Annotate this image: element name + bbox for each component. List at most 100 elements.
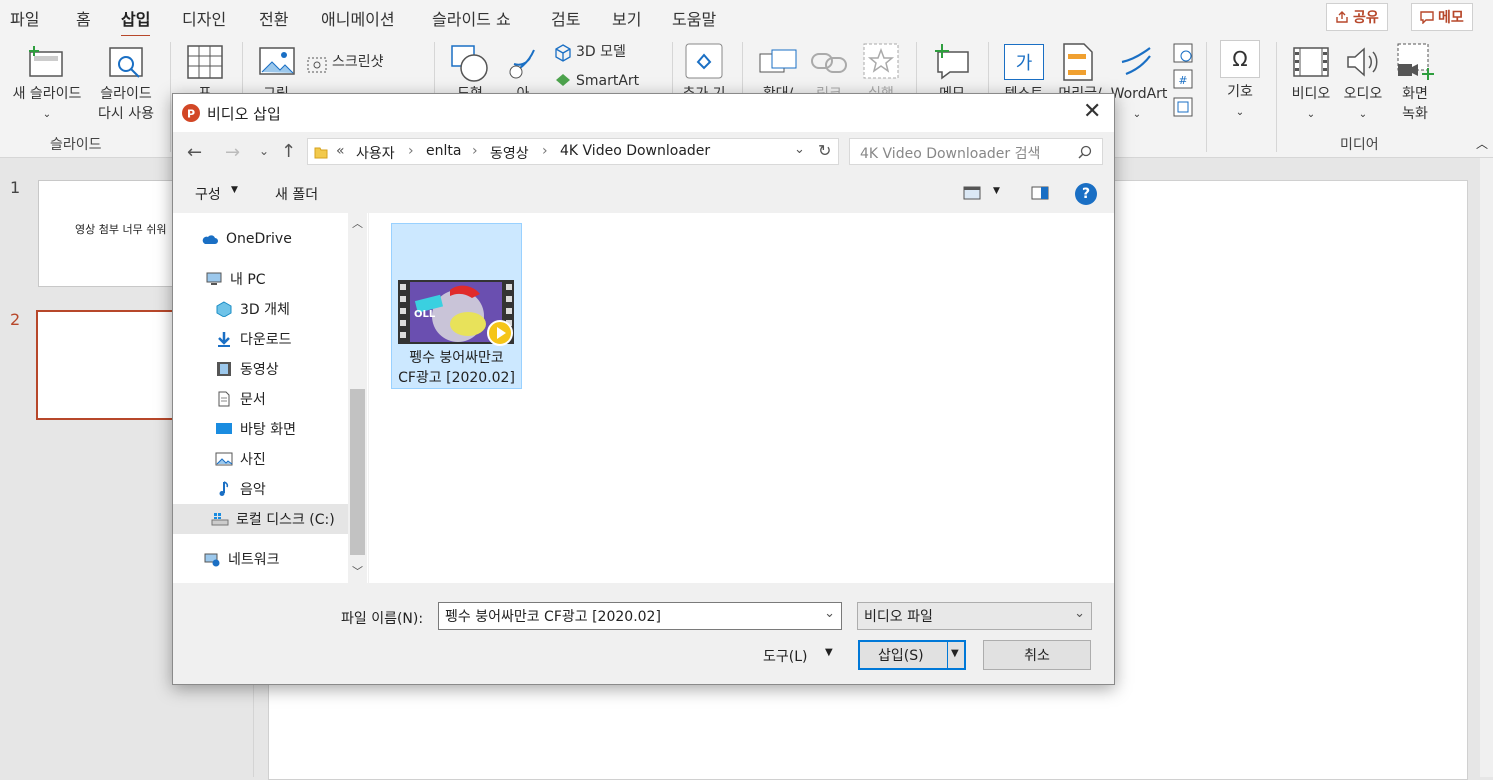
cancel-button[interactable]: 취소 xyxy=(983,640,1091,670)
chevron-down-icon[interactable]: ⌄ xyxy=(1233,102,1247,123)
filename-input[interactable]: 펭수 붕어싸만코 CF광고 [2020.02] ⌄ xyxy=(438,602,842,630)
new-slide-button[interactable]: 새 슬라이드 xyxy=(6,84,88,105)
caret-down-icon[interactable]: ▼ xyxy=(231,185,238,195)
view-options-icon[interactable] xyxy=(963,186,981,200)
breadcrumb-enlta[interactable]: enlta xyxy=(426,143,461,159)
file-list: OLL 펭수 붕어싸만코 CF광고 [2020.02] xyxy=(369,213,1114,583)
film-icon xyxy=(217,362,231,376)
music-note-icon xyxy=(219,481,229,496)
search-input[interactable]: 4K Video Downloader 검색 xyxy=(849,138,1103,165)
nav-label: OneDrive xyxy=(226,231,292,247)
nav-label: 네트워크 xyxy=(228,552,280,568)
shapes-icon xyxy=(451,45,488,82)
nav-label: 3D 개체 xyxy=(240,302,290,318)
reuse-slide-label-1[interactable]: 슬라이드 xyxy=(88,84,164,105)
nav-scrollbar[interactable]: ︿ ﹀ xyxy=(348,213,367,583)
forward-arrow-icon[interactable]: → xyxy=(225,142,240,163)
address-bar[interactable]: « 사용자 › enlta › 동영상 › 4K Video Downloade… xyxy=(307,138,839,165)
tab-insert[interactable]: 삽입 xyxy=(121,6,151,38)
chevron-down-icon[interactable]: ⌄ xyxy=(40,104,54,125)
screenshot-button[interactable]: 스크린샷 xyxy=(332,52,410,73)
reuse-slide-icon xyxy=(109,47,143,78)
tab-file[interactable]: 파일 xyxy=(10,6,39,30)
small-insert-icons: # xyxy=(1173,43,1193,117)
3d-models-button[interactable]: 3D 모델 xyxy=(576,42,656,63)
breadcrumb-videos[interactable]: 동영상 xyxy=(490,143,529,163)
ribbon-separator xyxy=(1276,42,1277,152)
breadcrumb-4k-downloader[interactable]: 4K Video Downloader xyxy=(560,143,710,159)
file-item-video[interactable]: OLL 펭수 붕어싸만코 CF광고 [2020.02] xyxy=(391,223,522,389)
header-footer-icon xyxy=(1063,43,1093,81)
refresh-icon[interactable]: ↻ xyxy=(818,141,831,160)
collapse-ribbon-icon[interactable]: ︿ xyxy=(1474,134,1490,155)
scroll-down-icon[interactable]: ﹀ xyxy=(352,563,363,579)
smartart-icon xyxy=(556,74,570,86)
chevron-down-icon[interactable]: ⌄ xyxy=(1130,104,1144,125)
help-icon[interactable]: ? xyxy=(1075,183,1097,205)
breadcrumb-users[interactable]: 사용자 xyxy=(356,143,395,163)
back-arrow-icon[interactable]: ← xyxy=(187,142,202,163)
caret-down-icon[interactable]: ▼ xyxy=(993,186,1000,196)
icons-icon xyxy=(509,49,535,79)
chevron-down-icon[interactable]: ⌄ xyxy=(1356,104,1370,125)
chevron-down-icon[interactable]: ⌄ xyxy=(794,142,805,157)
reuse-slide-label-2[interactable]: 다시 사용 xyxy=(88,104,164,125)
breadcrumb-overflow[interactable]: « xyxy=(336,143,345,159)
preview-pane-icon[interactable] xyxy=(1031,186,1049,200)
nav-local-disk[interactable]: 로컬 디스크 (C:) xyxy=(173,504,348,534)
chevron-down-icon[interactable]: ⌄ xyxy=(1304,104,1318,125)
tab-animations[interactable]: 애니메이션 xyxy=(321,6,395,30)
video-button[interactable]: 비디오 xyxy=(1286,84,1336,105)
tab-review[interactable]: 검토 xyxy=(551,6,580,30)
scroll-thumb[interactable] xyxy=(350,389,365,555)
recent-locations-icon[interactable]: ⌄ xyxy=(259,144,269,158)
file-name-line-2: CF광고 [2020.02] xyxy=(398,370,515,386)
scroll-up-icon[interactable]: ︿ xyxy=(352,215,363,231)
audio-button[interactable]: 오디오 xyxy=(1338,84,1388,105)
cube-icon xyxy=(555,44,571,62)
link-icon xyxy=(811,53,847,73)
wordart-icon xyxy=(1121,47,1151,76)
tab-transitions[interactable]: 전환 xyxy=(259,6,288,30)
share-label: 공유 xyxy=(1353,10,1379,26)
tab-home[interactable]: 홈 xyxy=(76,6,91,30)
tab-help[interactable]: 도움말 xyxy=(672,6,716,30)
tab-slideshow[interactable]: 슬라이드 쇼 xyxy=(432,6,511,30)
smartart-button[interactable]: SmartArt xyxy=(576,71,656,92)
search-placeholder: 4K Video Downloader 검색 xyxy=(860,146,1041,162)
file-name-line-1: 펭수 붕어싸만코 xyxy=(409,350,504,366)
vertical-scrollbar[interactable] xyxy=(1480,158,1493,777)
nav-label: 로컬 디스크 (C:) xyxy=(236,512,335,528)
slide-number: 2 xyxy=(10,310,21,329)
omega-icon: Ω xyxy=(1220,40,1260,78)
chevron-down-icon[interactable]: ⌄ xyxy=(824,606,835,621)
wordart-button[interactable]: WordArt xyxy=(1110,84,1168,105)
share-button[interactable]: 공유 xyxy=(1326,3,1388,31)
zoom-icon xyxy=(759,49,797,73)
symbol-button[interactable]: 기호 xyxy=(1220,82,1260,103)
insert-button[interactable]: 삽입(S) ▼ xyxy=(858,640,966,670)
thumbnail-caption: OLL xyxy=(414,309,436,320)
table-icon xyxy=(187,45,223,79)
speaker-icon xyxy=(1347,47,1378,77)
memo-button[interactable]: 메모 xyxy=(1411,3,1473,31)
filetype-select[interactable]: 비디오 파일 ⌄ xyxy=(857,602,1092,630)
comment-icon xyxy=(1420,11,1434,24)
comment-add-icon xyxy=(935,44,969,80)
new-folder-button[interactable]: 새 폴더 xyxy=(275,184,318,204)
organize-button[interactable]: 구성 xyxy=(195,184,221,204)
nav-label: 다운로드 xyxy=(240,332,292,348)
tab-design[interactable]: 디자인 xyxy=(182,6,226,30)
tab-view[interactable]: 보기 xyxy=(612,6,641,30)
screen-recording-label-2[interactable]: 녹화 xyxy=(1394,104,1436,125)
caret-down-icon[interactable]: ▼ xyxy=(951,648,959,659)
screen-recording-label-1[interactable]: 화면 xyxy=(1394,84,1436,105)
chevron-down-icon[interactable]: ⌄ xyxy=(1074,606,1085,621)
caret-down-icon[interactable]: ▼ xyxy=(825,647,833,658)
tools-button[interactable]: 도구(L) xyxy=(763,646,807,666)
up-arrow-icon[interactable]: ↑ xyxy=(281,141,296,162)
screen-recording-icon xyxy=(1397,43,1434,80)
close-icon[interactable]: ✕ xyxy=(1083,99,1101,124)
menubar: 파일 홈 삽입 디자인 전환 애니메이션 슬라이드 쇼 검토 보기 도움말 공유… xyxy=(0,0,1493,38)
split-divider xyxy=(947,642,948,668)
